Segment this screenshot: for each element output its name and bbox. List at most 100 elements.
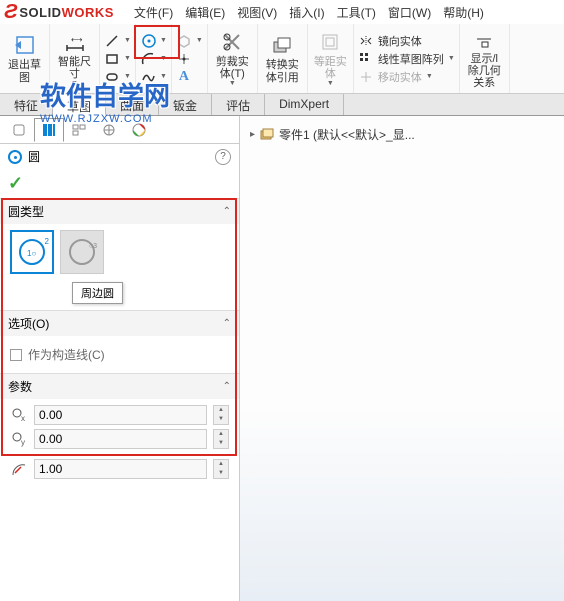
app-logo: Ƨ SOLIDWORKS [4, 1, 114, 24]
menubar: Ƨ SOLIDWORKS 文件(F) 编辑(E) 视图(V) 插入(I) 工具(… [0, 0, 564, 24]
tab-features[interactable]: 特征 [0, 94, 53, 115]
circle-icon [140, 33, 156, 49]
menu-view[interactable]: 视图(V) [237, 4, 277, 21]
circle-tool[interactable]: ▼ [140, 33, 167, 49]
tab-dimxpert[interactable]: DimXpert [265, 94, 344, 115]
chevron-down-icon: ▼ [160, 55, 167, 62]
slot-icon [104, 69, 120, 85]
section-params: 参数 ⌃ x ▲▼ y ▲▼ [0, 373, 239, 489]
section-header-options[interactable]: 选项(O) ⌃ [0, 311, 239, 336]
tab-sketch[interactable]: 草图 [53, 95, 106, 116]
line-tool[interactable]: ▼ [104, 33, 131, 49]
cx-spinner: ▲▼ [213, 405, 229, 425]
svg-text:y: y [21, 438, 25, 447]
panel-title: 圆 [28, 148, 40, 165]
pattern-icon [358, 51, 374, 67]
point-tool[interactable] [176, 51, 203, 67]
exit-sketch-icon [13, 33, 37, 57]
spin-down[interactable]: ▼ [214, 415, 228, 424]
ribbon-toolbar: 退出草 图 ⟷ 智能尺 寸 ▼ ▼ ▼ ▼ ▼ ▼ ▼ ▼ A 剪裁实 体(T)… [0, 24, 564, 94]
graphics-area[interactable]: ▸ 零件1 (默认<<默认>_显... [240, 116, 564, 601]
r-input[interactable] [34, 459, 207, 479]
spin-down[interactable]: ▼ [214, 469, 228, 478]
section-header-circle-type[interactable]: 圆类型 ⌃ [0, 199, 239, 224]
point-icon [176, 51, 192, 67]
logo-solid: SOLID [19, 5, 61, 20]
menu-tools[interactable]: 工具(T) [337, 4, 376, 21]
arc-tool[interactable]: ▼ [140, 51, 167, 67]
tab-evaluate[interactable]: 评估 [212, 94, 265, 115]
panel-tab-appearance[interactable] [124, 118, 154, 142]
menu-insert[interactable]: 插入(I) [289, 4, 324, 21]
chevron-down-icon: ▼ [160, 37, 167, 44]
checkbox[interactable] [10, 349, 22, 361]
menu-window[interactable]: 窗口(W) [388, 4, 431, 21]
panel-body: 圆类型 ⌃ 周边圆 选项(O) ⌃ [0, 198, 239, 489]
panel-header: 圆 ? [0, 144, 239, 169]
logo-ds-icon: Ƨ [4, 1, 17, 24]
spin-up[interactable]: ▲ [214, 406, 228, 415]
param-r-row: ▲▼ [10, 459, 229, 479]
feature-tree-root[interactable]: ▸ 零件1 (默认<<默认>_显... [248, 124, 556, 145]
part-icon [259, 127, 275, 143]
panel-tab-dim[interactable] [94, 118, 124, 142]
spin-up[interactable]: ▲ [214, 460, 228, 469]
polygon-tool[interactable]: ▼ [176, 33, 203, 49]
construction-checkbox-row[interactable]: 作为构造线(C) [10, 342, 229, 367]
spline-tool[interactable]: ▼ [140, 69, 167, 85]
ok-button[interactable]: ✓ [8, 173, 23, 193]
tab-sheetmetal[interactable]: 钣金 [159, 94, 212, 115]
panel-tab-feature[interactable] [4, 118, 34, 142]
tab-surface[interactable]: 曲面 [106, 94, 159, 115]
exit-sketch-button[interactable]: 退出草 图 [0, 24, 50, 93]
chevron-down-icon: ▼ [448, 55, 455, 62]
slot-tool[interactable]: ▼ [104, 69, 131, 85]
trim-button[interactable]: 剪裁实 体(T) ▼ [208, 24, 258, 93]
rect-tool[interactable]: ▼ [104, 51, 131, 67]
menu-edit[interactable]: 编辑(E) [185, 4, 225, 21]
chevron-down-icon: ▼ [196, 37, 203, 44]
menu-file[interactable]: 文件(F) [134, 4, 173, 21]
circle-type-perimeter[interactable] [60, 230, 104, 274]
spin-up[interactable]: ▲ [214, 430, 228, 439]
line-icon [104, 33, 120, 49]
panel-tab-property[interactable] [34, 118, 64, 142]
cx-icon: x [10, 406, 28, 424]
menu-help[interactable]: 帮助(H) [443, 4, 484, 21]
modify-group: 镜向实体 线性草图阵列▼ 移动实体▼ [354, 24, 460, 93]
chevron-down-icon: ▼ [426, 73, 433, 80]
logo-works: WORKS [62, 5, 114, 20]
mirror-tool[interactable]: 镜向实体 [358, 33, 455, 49]
offset-button[interactable]: 等距实 体 ▼ [308, 24, 354, 93]
spin-down[interactable]: ▼ [214, 439, 228, 448]
collapse-arrow-icon: ⌃ [223, 318, 231, 329]
param-cy-row: y ▲▼ [10, 429, 229, 449]
cx-input[interactable] [34, 405, 207, 425]
tooltip: 周边圆 [72, 282, 123, 304]
expand-icon[interactable]: ▸ [250, 129, 255, 140]
circle-type-center[interactable] [10, 230, 54, 274]
circle-feature-icon [8, 150, 22, 164]
help-icon[interactable]: ? [215, 149, 231, 165]
property-manager: 圆 ? ✓ 圆类型 ⌃ 周边圆 [0, 116, 240, 601]
text-tool[interactable]: A [176, 69, 203, 85]
radius-icon [10, 460, 28, 478]
move-tool[interactable]: 移动实体▼ [358, 69, 455, 85]
section-header-params[interactable]: 参数 ⌃ [0, 374, 239, 399]
display-relations-button[interactable]: 显示/l 除几何 关系 [460, 24, 510, 93]
panel-tab-config[interactable] [64, 118, 94, 142]
perimeter-circle-icon [69, 239, 95, 265]
trim-icon [220, 30, 244, 54]
panel-tabs [0, 116, 239, 144]
pattern-tool[interactable]: 线性草图阵列▼ [358, 51, 455, 67]
svg-text:⟷: ⟷ [71, 35, 83, 44]
mirror-icon [358, 33, 374, 49]
cy-input[interactable] [34, 429, 207, 449]
chevron-down-icon: ▼ [124, 73, 131, 80]
tree-item-label: 零件1 (默认<<默认>_显... [279, 126, 415, 143]
chevron-down-icon: ▼ [229, 80, 236, 87]
circle-tools-group: ▼ ▼ ▼ [136, 24, 172, 93]
convert-button[interactable]: 转换实 体引用 [258, 24, 308, 93]
cy-spinner: ▲▼ [213, 429, 229, 449]
smart-dimension-button[interactable]: ⟷ 智能尺 寸 ▼ [50, 24, 100, 93]
